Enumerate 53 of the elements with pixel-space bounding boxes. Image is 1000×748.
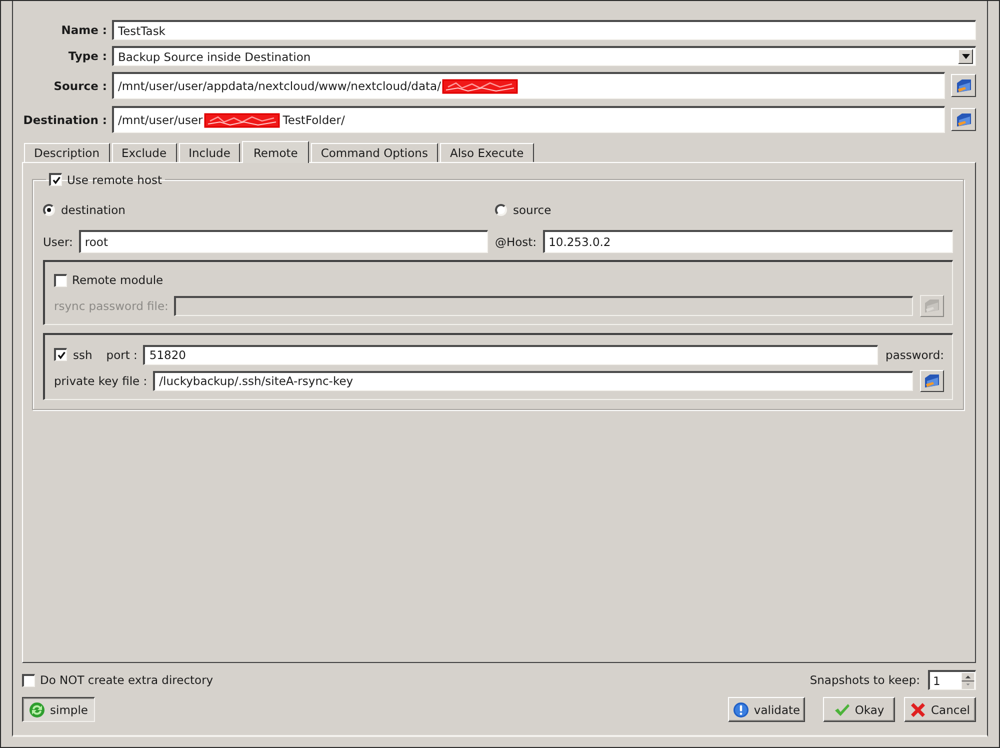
host-field[interactable]: 10.253.0.2 (542, 230, 953, 253)
stepper-arrows-icon[interactable] (961, 672, 975, 688)
password-file-field[interactable] (174, 296, 913, 316)
tab[interactable]: Include (178, 143, 240, 162)
okay-button[interactable]: Okay (823, 697, 895, 722)
snapshots-spinbox[interactable]: 1 (928, 670, 976, 690)
field-label: Source : (52, 78, 107, 92)
folder-icon (956, 112, 972, 128)
port-label: port : (106, 348, 138, 362)
radio-button[interactable] (43, 204, 55, 216)
path-field[interactable]: /mnt/user/user/appdata/nextcloud/www/nextcloud/data/ (112, 72, 945, 99)
key-file-label: private key file : (54, 374, 148, 388)
checkbox[interactable] (54, 348, 67, 361)
radio-button[interactable] (495, 204, 507, 216)
user-field[interactable]: root (78, 230, 488, 253)
name-field[interactable]: TestTask (112, 20, 976, 40)
tab[interactable]: Description (24, 143, 110, 162)
host-label: @Host: (495, 234, 537, 248)
password-label: password: (886, 348, 944, 362)
tab[interactable]: Also Execute (440, 143, 534, 162)
checkbox-label[interactable]: Use remote host (67, 172, 162, 186)
circular-arrows-icon (29, 702, 46, 718)
password-file-label: rsync password file: (54, 298, 168, 312)
tab[interactable]: Command Options (310, 143, 438, 162)
folder-icon (924, 298, 940, 314)
checkbox[interactable] (54, 274, 67, 286)
exclamation-icon (732, 702, 749, 718)
path-field[interactable]: /mnt/user/user TestFolder/ (112, 106, 945, 133)
snapshots-label: Snapshots to keep: (810, 673, 920, 687)
type-dropdown[interactable]: Backup Source inside Destination (112, 46, 976, 66)
checkbox[interactable] (22, 674, 35, 686)
key-file-field[interactable]: /luckybackup/.ssh/siteA-rsync-key (153, 370, 913, 390)
check-icon (834, 702, 850, 718)
caret-icon (958, 49, 973, 64)
mode-toggle-button[interactable]: simple (22, 697, 95, 722)
cross-icon (910, 702, 926, 718)
folder-icon (924, 372, 940, 388)
cancel-button[interactable]: Cancel (904, 697, 976, 722)
radio-label[interactable]: destination (61, 203, 126, 217)
validate-button[interactable]: validate (728, 697, 805, 722)
folder-icon (956, 78, 972, 94)
checkbox-label[interactable]: Do NOT create extra directory (40, 673, 214, 687)
field-label: Destination : (22, 112, 107, 126)
field-label: Type : (67, 49, 107, 63)
user-label: User: (43, 234, 73, 248)
port-field[interactable]: 51820 (143, 344, 878, 364)
radio-label[interactable]: source (513, 203, 552, 217)
checkbox[interactable] (49, 173, 62, 186)
field-label: Name : (60, 23, 107, 37)
checkbox-label[interactable]: ssh (73, 348, 92, 362)
tab[interactable]: Remote (242, 141, 309, 163)
tab[interactable]: Exclude (112, 143, 177, 162)
checkbox-label[interactable]: Remote module (72, 273, 164, 287)
